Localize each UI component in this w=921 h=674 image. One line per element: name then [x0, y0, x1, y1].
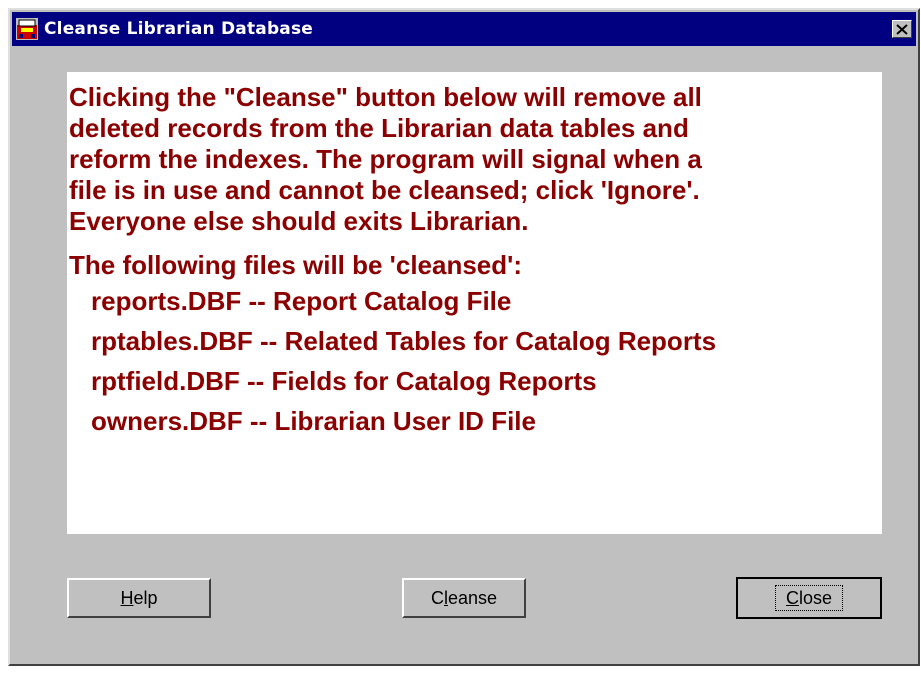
- close-window-button[interactable]: [892, 20, 912, 38]
- file-list: reports.DBF -- Report Catalog File rptab…: [69, 281, 882, 441]
- intro-line: reform the indexes. The program will sig…: [69, 144, 702, 174]
- cleanse-button[interactable]: Cleanse: [402, 578, 526, 618]
- intro-text: Clicking the "Cleanse" button below will…: [69, 82, 882, 237]
- list-item: rptables.DBF -- Related Tables for Catal…: [91, 326, 717, 356]
- list-item: reports.DBF -- Report Catalog File: [91, 286, 512, 316]
- files-heading: The following files will be 'cleansed':: [69, 250, 522, 280]
- window-title: Cleanse Librarian Database: [44, 19, 314, 39]
- message-panel: Clicking the "Cleanse" button below will…: [67, 72, 882, 534]
- librarian-app-icon: [16, 18, 38, 40]
- title-bar[interactable]: Cleanse Librarian Database: [12, 12, 916, 46]
- help-button[interactable]: Help: [67, 578, 211, 618]
- list-item: rptfield.DBF -- Fields for Catalog Repor…: [91, 366, 597, 396]
- intro-line: Clicking the "Cleanse" button below will…: [69, 82, 702, 112]
- list-item: owners.DBF -- Librarian User ID File: [91, 406, 536, 436]
- cleanse-button-label: Cleanse: [430, 587, 498, 608]
- close-button[interactable]: Close: [736, 577, 882, 619]
- close-icon: [896, 23, 908, 35]
- help-button-label: Help: [120, 587, 158, 608]
- intro-line: Everyone else should exits Librarian.: [69, 206, 529, 236]
- dialog-window: Cleanse Librarian Database Clicking the …: [8, 8, 920, 666]
- intro-line: deleted records from the Librarian data …: [69, 113, 689, 143]
- intro-line: file is in use and cannot be cleansed; c…: [69, 175, 700, 205]
- close-button-label: Close: [774, 585, 844, 611]
